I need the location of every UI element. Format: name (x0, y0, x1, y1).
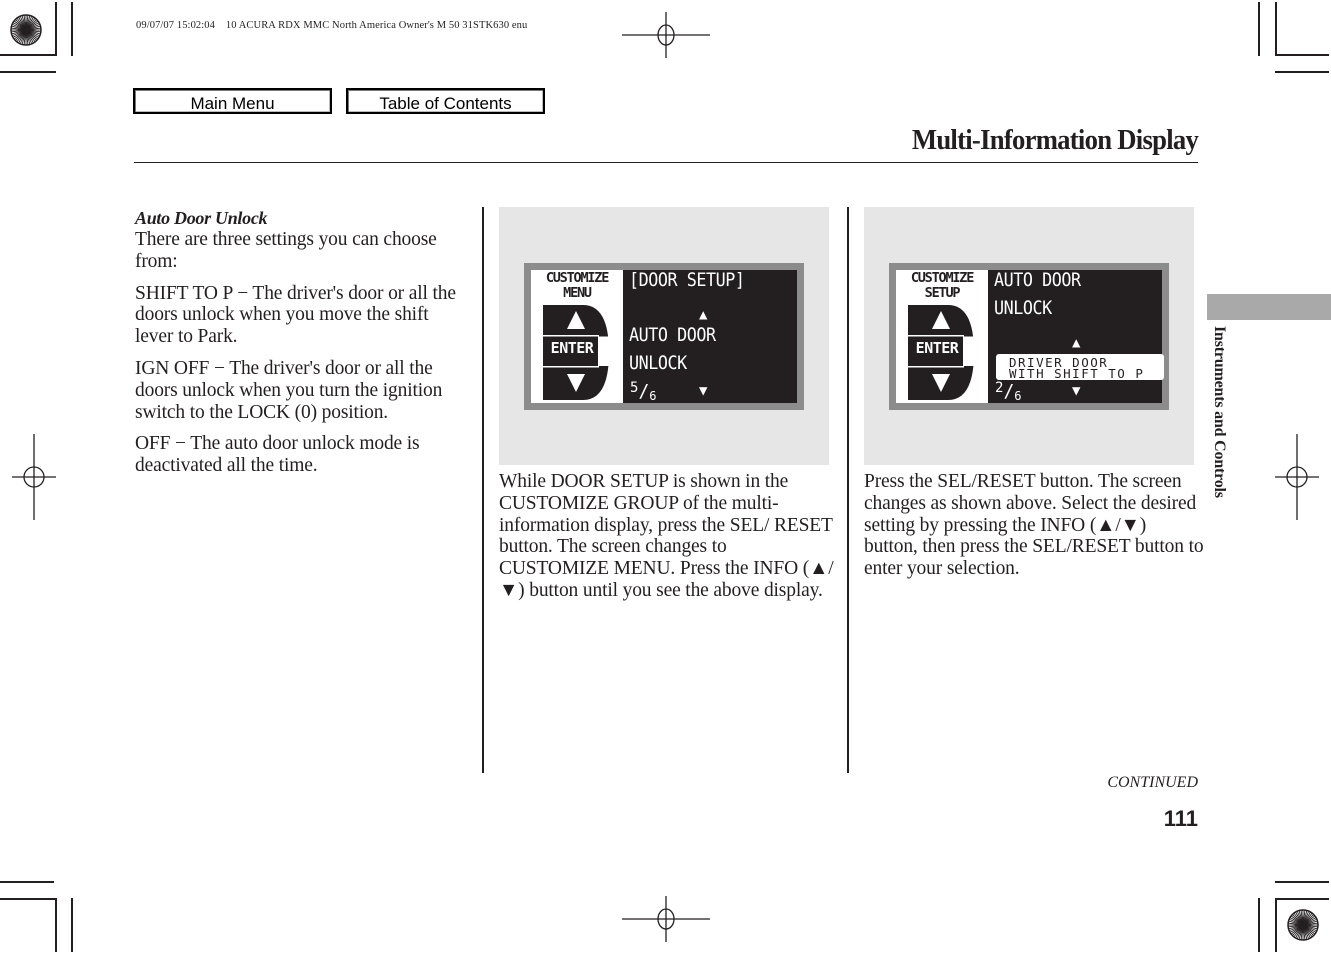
lcd-control-panel: CUSTOMIZE SETUP ENTER (896, 270, 988, 403)
instruction-text: Press the SEL/RESET button. The screen c… (864, 471, 1204, 580)
setting-description: IGN OFF − The driver's door or all the d… (135, 357, 443, 423)
lcd-control-panel: CUSTOMIZE MENU ENTER (531, 270, 623, 403)
starburst-registration-mark-icon (1287, 909, 1319, 941)
lcd-mode-header: CUSTOMIZE MENU (531, 271, 623, 301)
lcd-screen: [DOOR SETUP] ▲ AUTO DOOR UNLOCK 5/6 ▼ (627, 269, 797, 403)
lcd-line: AUTO DOOR (629, 324, 716, 346)
lcd-line: UNLOCK (994, 297, 1052, 319)
column-divider (847, 207, 849, 773)
crop-mark (1275, 898, 1329, 900)
lcd-display: CUSTOMIZE MENU ENTER [DOOR SETUP] ▲ AUTO… (524, 263, 804, 410)
crop-mark (0, 71, 56, 73)
selected-option: DRIVER DOOR WITH SHIFT TO P (996, 354, 1164, 380)
mode-sublabel: MENU (563, 285, 592, 301)
intro-text: There are three settings you can choose … (135, 229, 437, 272)
info-button-pad-icon: ENTER (543, 305, 609, 400)
crop-mark (55, 898, 57, 952)
crop-mark (0, 881, 54, 883)
crop-mark (1275, 71, 1329, 73)
chapter-tab-marker (1207, 294, 1331, 320)
crop-mark (55, 2, 57, 56)
info-button-pad-icon: ENTER (908, 305, 974, 400)
column-instructions-step2: Press the SEL/RESET button. The screen c… (864, 471, 1204, 590)
page-indicator: 5/6 (630, 380, 657, 403)
page-current: 5 (630, 380, 639, 396)
page-total: 6 (649, 389, 657, 403)
scroll-up-arrow-icon: ▲ (1072, 335, 1081, 351)
display-illustration-customize-menu: CUSTOMIZE MENU ENTER [DOOR SETUP] ▲ AUTO… (499, 207, 829, 465)
enter-label: ENTER (915, 339, 959, 357)
chapter-tab-label: Instruments and Controls (1211, 326, 1228, 498)
crop-mark (1275, 898, 1277, 952)
crop-mark (1275, 881, 1329, 883)
crosshair-registration-mark-icon (1275, 434, 1319, 520)
lcd-screen: AUTO DOOR UNLOCK ▲ DRIVER DOOR WITH SHIF… (992, 269, 1164, 403)
display-illustration-customize-setup: CUSTOMIZE SETUP ENTER AUTO DOOR UNLOCK ▲… (864, 207, 1194, 465)
page-current: 2 (995, 380, 1004, 396)
scroll-up-arrow-icon: ▲ (699, 307, 708, 323)
lcd-mode-header: CUSTOMIZE SETUP (896, 271, 988, 301)
crop-mark (1258, 2, 1260, 56)
lcd-line: AUTO DOOR (994, 269, 1081, 291)
crop-mark (71, 898, 73, 952)
crop-mark (1258, 898, 1260, 952)
crop-mark (1275, 2, 1277, 56)
lcd-line: [DOOR SETUP] (629, 269, 745, 291)
lcd-line: UNLOCK (629, 352, 687, 374)
print-slug: 09/07/07 15:02:04 10 ACURA RDX MMC North… (136, 20, 528, 31)
page-title: Multi-Information Display (911, 124, 1199, 156)
scroll-down-arrow-icon: ▼ (699, 383, 708, 399)
page-number: 111 (1163, 806, 1198, 831)
starburst-registration-mark-icon (10, 14, 42, 46)
crop-mark (0, 54, 56, 56)
table-of-contents-button[interactable]: Table of Contents (346, 88, 545, 114)
page-total: 6 (1014, 389, 1022, 403)
crop-mark (1275, 54, 1329, 56)
mode-label: CUSTOMIZE (545, 270, 610, 286)
crosshair-registration-mark-icon (12, 434, 56, 520)
scroll-down-arrow-icon: ▼ (1072, 383, 1081, 399)
crop-mark (71, 2, 73, 56)
mode-sublabel: SETUP (924, 285, 961, 301)
mode-label: CUSTOMIZE (910, 270, 975, 286)
crosshair-registration-mark-icon (622, 12, 710, 58)
crop-mark (0, 898, 56, 900)
crosshair-registration-mark-icon (622, 896, 710, 942)
setting-description: SHIFT TO P − The driver's door or all th… (135, 282, 456, 348)
lcd-display: CUSTOMIZE SETUP ENTER AUTO DOOR UNLOCK ▲… (889, 263, 1169, 410)
column-divider (482, 207, 484, 773)
section-heading: Auto Door Unlock (135, 208, 268, 228)
option-line: WITH SHIFT TO P (1009, 366, 1145, 381)
main-menu-button[interactable]: Main Menu (133, 88, 332, 114)
setting-description: OFF − The auto door unlock mode is deact… (135, 433, 420, 477)
instruction-text: While DOOR SETUP is shown in the CUSTOMI… (499, 471, 834, 601)
title-rule (134, 162, 1198, 163)
column-instructions-step1: While DOOR SETUP is shown in the CUSTOMI… (499, 471, 839, 612)
continued-label: CONTINUED (1107, 774, 1198, 791)
page-indicator: 2/6 (995, 380, 1022, 403)
column-auto-door-unlock: Auto Door Unlock There are three setting… (135, 208, 465, 487)
enter-label: ENTER (550, 339, 594, 357)
